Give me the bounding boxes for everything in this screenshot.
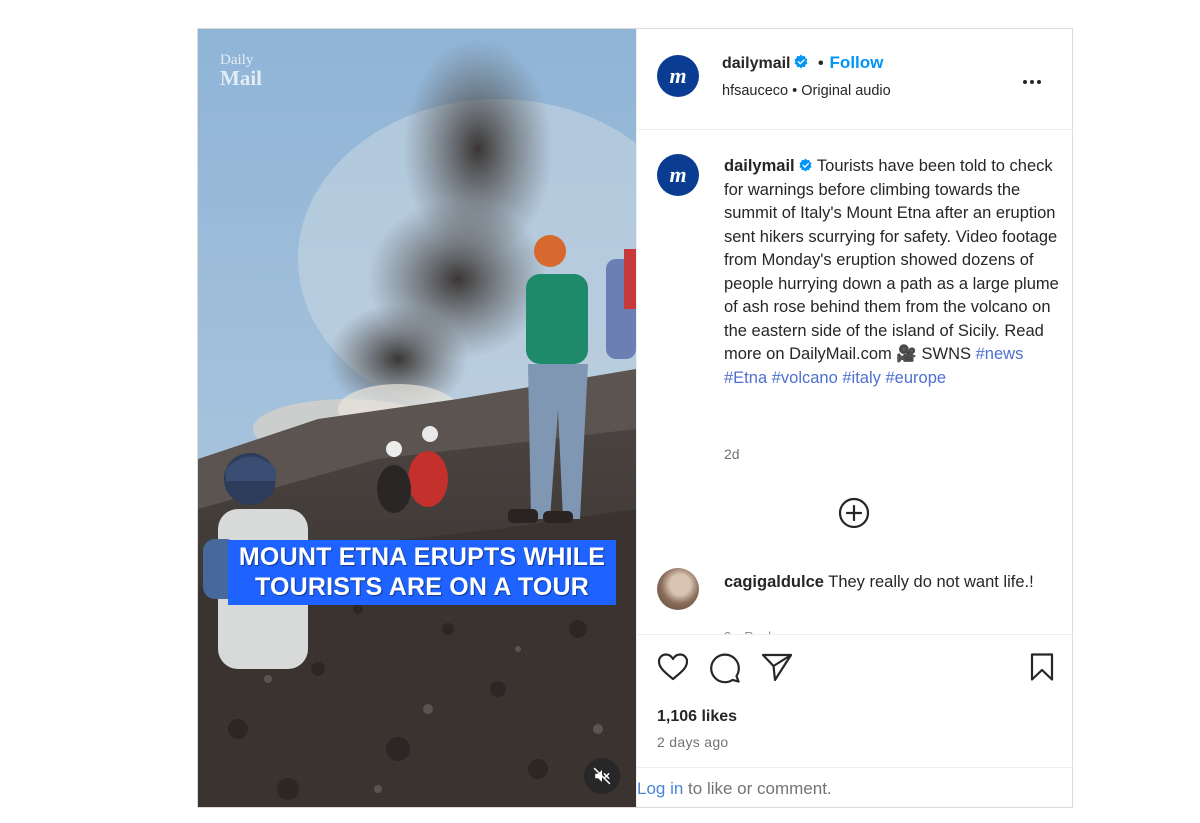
dailymail-avatar[interactable]: m [657,55,699,97]
hashtag-etna[interactable]: #Etna [724,369,767,387]
more-options-icon[interactable] [1023,71,1049,84]
headline-line-1: MOUNT ETNA ERUPTS WHILE [238,543,606,571]
verified-badge-icon [799,158,812,172]
follow-button[interactable]: Follow [830,53,884,72]
login-prompt: Log in to like or comment. [637,779,832,799]
post-side-panel: m dailymail • Follow hfsauceco • Original… [636,29,1073,807]
comment-text: They really do not want life.! [828,573,1034,591]
hashtag-italy[interactable]: #italy [842,369,881,387]
post-video[interactable]: Daily Mail MOUNT ETNA ERUPTS WHILE TOURI… [198,29,636,807]
login-prompt-text: to like or comment. [683,779,832,798]
headline-line-2: TOURISTS ARE ON A TOUR [254,573,590,601]
caption-text: Tourists have been told to check for war… [724,157,1059,363]
mute-toggle-button[interactable] [584,758,620,794]
caption-avatar[interactable]: m [657,154,699,196]
bookmark-icon[interactable] [1029,652,1055,682]
post-caption: dailymail Tourists have been told to che… [724,155,1062,390]
header-username[interactable]: dailymail [722,55,790,72]
send-icon[interactable] [761,652,793,682]
login-link[interactable]: Log in [637,779,683,798]
instagram-post: Daily Mail MOUNT ETNA ERUPTS WHILE TOURI… [197,28,1073,808]
header-separator: • [817,55,824,72]
header-divider [637,129,1073,130]
comment-username[interactable]: cagigaldulce [724,573,824,591]
caption-credit: 🎥 SWNS [896,345,972,363]
post-date[interactable]: 2 days ago [657,734,729,750]
load-more-comments-button[interactable] [837,496,871,535]
footer-divider [637,767,1073,768]
verified-badge-icon [795,54,808,69]
heart-icon[interactable] [657,652,689,682]
caption-age[interactable]: 2d [724,446,740,462]
hashtag-europe[interactable]: #europe [886,369,947,387]
caption-username[interactable]: dailymail [724,157,795,175]
audio-user[interactable]: hfsauceco [722,83,788,99]
hashtag-volcano[interactable]: #volcano [772,369,838,387]
comment-icon[interactable] [709,652,741,684]
plus-circle-icon [838,497,870,529]
actions-divider [637,634,1073,635]
dailymail-watermark-logo: Daily Mail [220,52,262,90]
commenter-avatar[interactable] [657,568,699,610]
comment-item: cagigaldulce They really do not want lif… [724,571,1044,594]
hashtag-news[interactable]: #news [976,345,1024,363]
audio-info: hfsauceco • Original audio [722,83,891,99]
post-header: dailymail • Follow [722,53,883,73]
post-actions [657,652,1057,684]
volcano-scene-image [198,29,636,807]
audio-link[interactable]: Original audio [801,83,890,99]
video-headline: MOUNT ETNA ERUPTS WHILE TOURISTS ARE ON … [228,540,616,605]
likes-count[interactable]: 1,106 likes [657,708,737,726]
audio-separator: • [792,83,798,99]
speaker-muted-icon [593,767,611,785]
